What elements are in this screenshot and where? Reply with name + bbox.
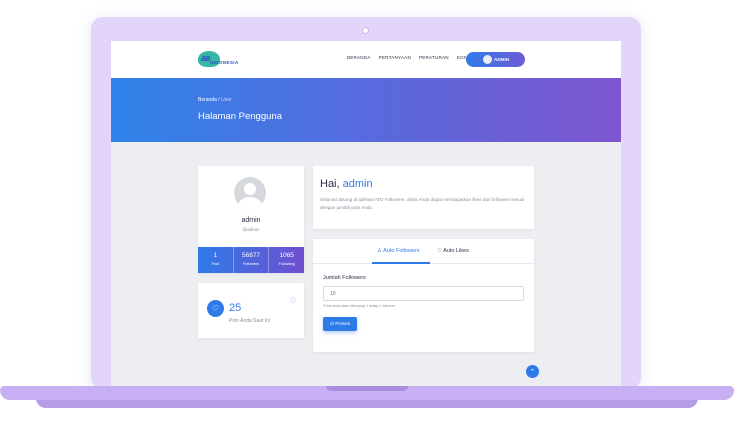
stat-following-value: 1065 <box>279 252 294 259</box>
top-navbar: ae INDONESIA BERANDA PERTANYAAN PERATURA… <box>111 41 621 78</box>
page-title: Halaman Pengguna <box>198 111 282 122</box>
laptop-mockup: ae INDONESIA BERANDA PERTANYAAN PERATURA… <box>0 0 734 432</box>
nav-link-peraturan[interactable]: PERATURAN <box>419 55 449 60</box>
order-form-card: ♙ Auto Followers ♡ Auto Likes Jumlah Fol… <box>313 239 534 352</box>
tab-auto-likes-label: Auto Likes <box>443 248 469 254</box>
chevron-up-icon: ⌃ <box>529 368 536 376</box>
profile-card: admin @admin 1 Post 56877 Followers 1065… <box>198 166 304 273</box>
logo-subtext: INDONESIA <box>210 60 239 65</box>
profile-stats: 1 Post 56877 Followers 1065 Following <box>198 247 304 273</box>
stat-following-label: Following <box>278 262 295 266</box>
tab-auto-followers-label: Auto Followers <box>383 248 420 254</box>
followers-amount-label: Jumlah Followers <box>323 275 366 281</box>
active-tab-indicator <box>372 262 430 264</box>
stat-followers-value: 56877 <box>241 252 261 259</box>
profile-username: @admin <box>242 227 260 232</box>
user-menu-label: ADMIN <box>494 57 510 62</box>
followers-amount-input[interactable]: 10 <box>323 286 524 301</box>
tab-auto-followers[interactable]: ♙ Auto Followers <box>377 248 420 254</box>
laptop-notch <box>326 386 408 391</box>
breadcrumb-separator: / <box>218 97 220 103</box>
user-icon: ♙ <box>377 248 382 254</box>
greeting-username: admin <box>342 178 373 190</box>
breadcrumb-current: User <box>221 97 232 103</box>
stat-following: 1065 Following <box>269 247 304 273</box>
app-screen: ae INDONESIA BERANDA PERTANYAAN PERATURA… <box>111 41 621 386</box>
user-menu-button[interactable]: ADMIN <box>466 52 525 67</box>
breadcrumb: Beranda / User <box>198 97 232 103</box>
info-icon[interactable]: ⓘ <box>290 296 296 305</box>
process-button-label: Proses <box>335 321 351 327</box>
heart-icon: ♡ <box>207 300 224 317</box>
page-header-banner: Beranda / User Halaman Pengguna <box>111 78 621 142</box>
tab-auto-likes[interactable]: ♡ Auto Likes <box>437 248 469 254</box>
stat-posts: 1 Post <box>198 247 234 273</box>
brand-logo[interactable]: ae INDONESIA <box>198 51 248 69</box>
process-button[interactable]: ⊙ Proses <box>323 317 357 331</box>
service-tabs: ♙ Auto Followers ♡ Auto Likes <box>313 239 534 264</box>
stat-followers: 56877 Followers <box>234 247 270 273</box>
nav-link-beranda[interactable]: BERANDA <box>347 55 371 60</box>
nav-links: BERANDA PERTANYAAN PERATURAN KONTAK <box>347 55 477 60</box>
breadcrumb-home[interactable]: Beranda <box>198 97 217 103</box>
profile-avatar-icon <box>234 177 266 209</box>
profile-name: admin <box>241 217 261 224</box>
nav-link-pertanyaan[interactable]: PERTANYAAN <box>379 55 411 60</box>
greeting-card: Hai, admin Selamat datang di aplikasi AT… <box>313 166 534 229</box>
stat-followers-label: Followers <box>242 262 260 266</box>
camera-dot <box>362 27 369 34</box>
scroll-to-top-button[interactable]: ⌃ <box>526 365 539 378</box>
stat-posts-value: 1 <box>213 252 218 259</box>
greeting-hello: Hai, <box>320 178 340 190</box>
user-avatar-icon <box>483 55 492 64</box>
greeting-message: Selamat datang di aplikasi ATD Followers… <box>320 197 525 210</box>
followers-amount-hint: *Poin anda akan dikurangi 1 setiap 1 fol… <box>323 304 395 308</box>
greeting-title: Hai, admin <box>320 178 373 190</box>
stat-posts-label: Post <box>211 262 220 266</box>
points-card: ♡ 25 Poin Anda Saat Ini ⓘ <box>198 283 304 338</box>
heart-outline-icon: ♡ <box>437 248 442 254</box>
logo-text: ae <box>201 53 211 63</box>
points-value: 25 <box>229 302 242 314</box>
points-label: Poin Anda Saat Ini <box>229 318 271 324</box>
